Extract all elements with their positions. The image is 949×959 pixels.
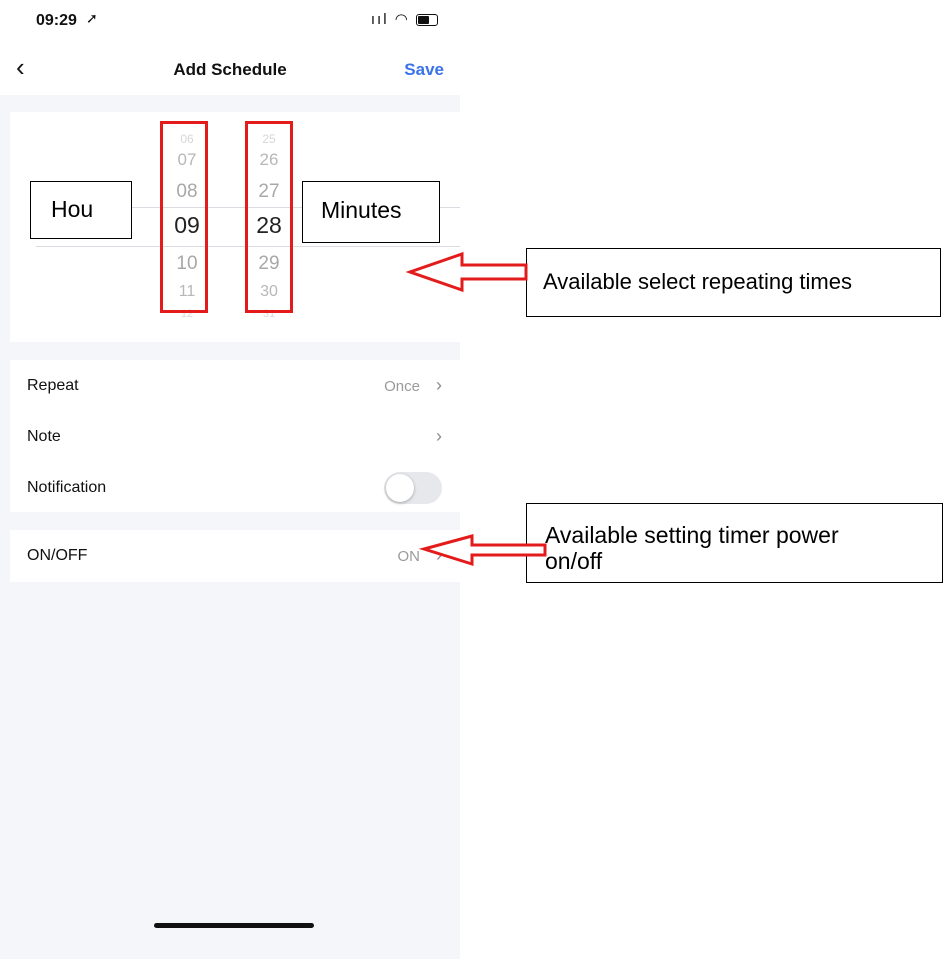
onoff-callout-arrow-icon: [418, 534, 547, 567]
callout-arrows: [405, 251, 547, 567]
repeat-callout-arrow-icon: [405, 251, 528, 293]
